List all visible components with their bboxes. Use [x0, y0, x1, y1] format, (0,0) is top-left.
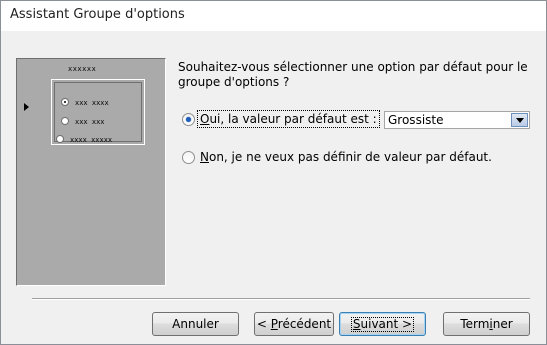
preview-option: xxx xxx [61, 117, 105, 129]
default-value-combo[interactable]: Grossiste [384, 111, 530, 129]
preview-option: xxx xxxx [61, 98, 109, 110]
preview-radio-icon [56, 135, 64, 143]
separator [32, 298, 530, 300]
wizard-question: Souhaitez-vous sélectionner une option p… [178, 60, 528, 89]
title-bar: Assistant Groupe d'options [1, 1, 546, 31]
preview-option-label: xxxx xxxxx [70, 136, 113, 144]
next-button[interactable]: Suivant > [339, 312, 426, 336]
finish-button[interactable]: Terminer [443, 312, 530, 336]
preview-option: xxxx xxxxx [56, 135, 112, 147]
radio-checked-icon[interactable] [182, 113, 195, 126]
chevron-down-icon[interactable] [511, 113, 528, 127]
preview-radio-icon [61, 117, 69, 125]
option-group-preview: xxxxxx xxx xxxx xxx xxx xxxx xxxxx [16, 58, 166, 286]
preview-radio-icon [61, 98, 69, 106]
preview-frame-label: xxxxxx [65, 65, 100, 73]
preview-option-label: xxx xxxx [75, 99, 109, 107]
radio-unchecked-icon[interactable] [182, 151, 195, 164]
radio-default-no-label[interactable]: Non, je ne veux pas définir de valeur pa… [198, 149, 494, 165]
record-selector-icon [24, 103, 29, 111]
previous-button[interactable]: < Précédent [254, 312, 334, 336]
wizard-window: Assistant Groupe d'options xxxxxx xxx xx… [0, 0, 547, 345]
wizard-body: xxxxxx xxx xxxx xxx xxx xxxx xxxxx Souha… [1, 31, 546, 344]
radio-default-yes-label[interactable]: Oui, la valeur par défaut est : [197, 110, 380, 128]
window-title: Assistant Groupe d'options [10, 7, 185, 22]
preview-option-label: xxx xxx [75, 118, 105, 126]
cancel-button[interactable]: Annuler [152, 312, 239, 336]
default-value-text: Grossiste [388, 113, 444, 127]
